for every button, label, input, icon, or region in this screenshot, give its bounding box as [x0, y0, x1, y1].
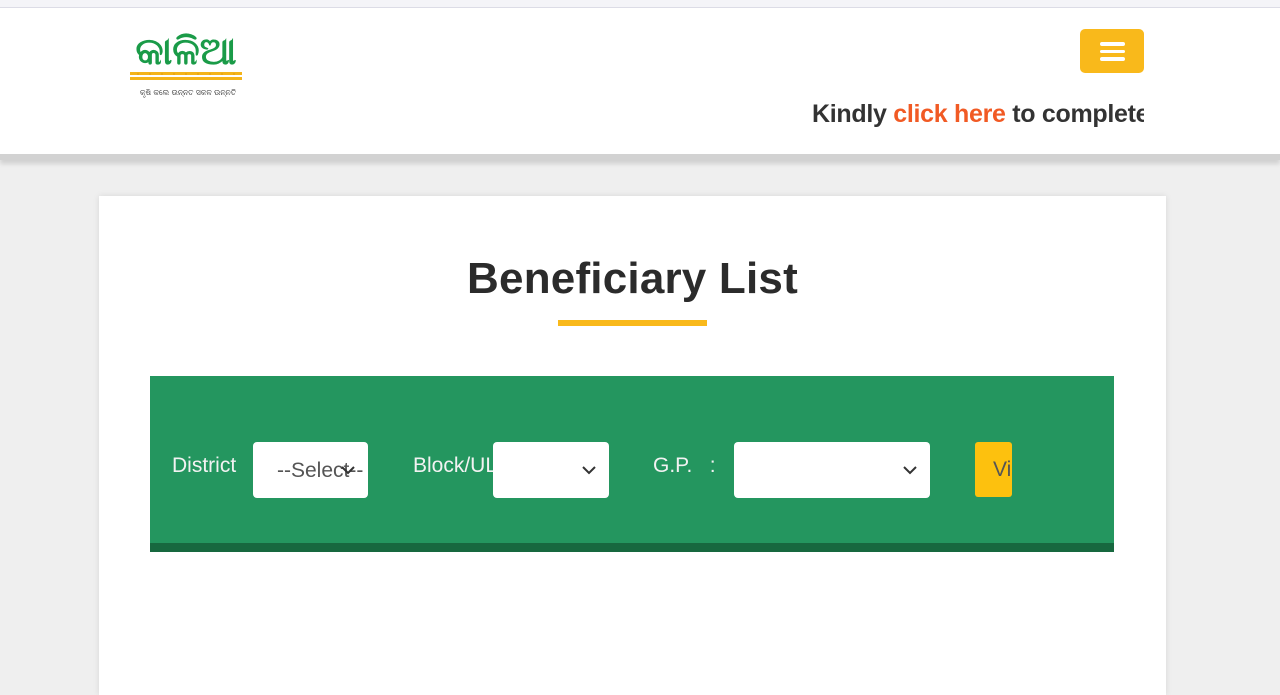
marquee-click-here-link[interactable]: click here [893, 100, 1006, 128]
announcement-marquee: Kindly click here to complete your [790, 96, 1144, 136]
marquee-suffix: to complete your [1012, 100, 1144, 128]
block-select[interactable] [493, 442, 609, 498]
hamburger-icon [1100, 42, 1125, 46]
chevron-down-icon [903, 466, 917, 475]
title-underline [558, 320, 707, 326]
logo-tagline: କୃଷି କଲେ ଉନ୍ନତ ସକଳ ଉନ୍ନତି [139, 88, 237, 97]
view-button-label: View [993, 458, 1012, 481]
site-header: କାଳିଆ କୃଷି କଲେ ଉନ୍ନତ ସକଳ ଉନ୍ନତି Kindly c… [0, 8, 1280, 160]
block-label-clip: Block/ULB [413, 446, 493, 480]
view-button[interactable]: View [975, 442, 1012, 497]
district-label: District [172, 454, 237, 477]
chevron-down-icon [341, 466, 355, 475]
kalia-logo-mark: କାଳିଆ [130, 29, 242, 80]
kalia-logo[interactable]: କାଳିଆ କୃଷି କଲେ ଉନ୍ନତ ସକଳ ଉନ୍ନତି [124, 26, 248, 106]
beneficiary-card: Beneficiary List District --Select-- Blo… [99, 196, 1166, 695]
logo-wordmark: କାଳିଆ [136, 29, 237, 73]
marquee-prefix: Kindly [812, 100, 894, 128]
gp-label: G.P. : [653, 454, 716, 477]
browser-top-strip [0, 0, 1280, 8]
page-title: Beneficiary List [467, 254, 798, 303]
gp-select[interactable] [734, 442, 930, 498]
hamburger-icon-bar [1100, 57, 1125, 61]
district-select[interactable]: --Select-- [253, 442, 368, 498]
hamburger-icon-bar [1100, 49, 1125, 53]
filter-bar: District --Select-- Block/ULB G.P. : Vie… [150, 376, 1114, 552]
block-label: Block/ULB [413, 454, 493, 477]
hamburger-menu-button[interactable] [1080, 29, 1144, 73]
marquee-text: Kindly click here to complete your [812, 100, 1144, 129]
chevron-down-icon [582, 466, 596, 475]
